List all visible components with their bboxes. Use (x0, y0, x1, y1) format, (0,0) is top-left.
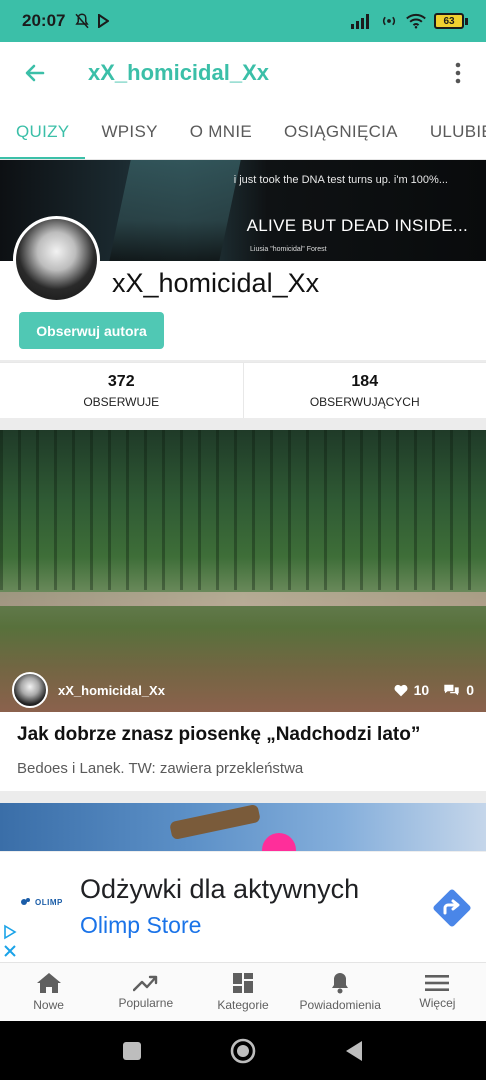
comments-count: 0 (466, 682, 474, 698)
status-bar: 20:07 63 (0, 0, 486, 42)
tab-osiagniecia[interactable]: OSIĄGNIĘCIA (268, 104, 414, 159)
app-bar: xX_homicidal_Xx (0, 42, 486, 104)
more-options-button[interactable] (430, 42, 486, 104)
bell-icon (332, 973, 349, 994)
bottom-navigation: Nowe Popularne Kategorie Powiadomienia W… (0, 962, 486, 1021)
status-right-icons: 63 (350, 12, 468, 30)
ad-choices[interactable] (2, 924, 18, 965)
battery-level: 63 (434, 13, 464, 29)
nav-item-popularne[interactable]: Popularne (97, 963, 194, 1021)
quiz-card-meta: xX_homicidal_Xx 10 0 (0, 668, 486, 712)
quiz-description: Bedoes i Lanek. TW: zawiera przekleństwa (17, 760, 304, 777)
nav-label-popularne: Popularne (118, 996, 174, 1010)
quiz-card[interactable]: xX_homicidal_Xx 10 0 Jak dobrze znasz pi… (0, 430, 486, 791)
more-vertical-icon (455, 62, 461, 84)
banner-text-3: Liusia "homicidal" Forest (250, 246, 327, 253)
profile-stats: 372 OBSERWUJE 184 OBSERWUJĄCYCH (0, 362, 486, 418)
arrow-left-icon (25, 64, 45, 82)
nav-item-powiadomienia[interactable]: Powiadomienia (292, 963, 389, 1021)
tab-o-mnie[interactable]: O MNIE (174, 104, 268, 159)
quiz-counts: 10 0 (394, 682, 474, 698)
wifi-icon (406, 13, 426, 29)
tab-quizy[interactable]: QUIZY (0, 104, 86, 159)
recents-button[interactable] (122, 1041, 142, 1061)
home-button[interactable] (230, 1038, 256, 1064)
advertiser-logo: OLIMP (20, 896, 63, 908)
grid-icon (233, 973, 253, 993)
directions-arrow-icon (433, 889, 471, 927)
profile-tabs: QUIZY WPISY O MNIE OSIĄGNIĘCIA ULUBIEN (0, 104, 486, 160)
nav-item-nowe[interactable]: Nowe (0, 963, 97, 1021)
battery-icon: 63 (434, 13, 468, 29)
play-icon (98, 14, 110, 28)
nav-item-wiecej[interactable]: Więcej (389, 963, 486, 1021)
profile-avatar[interactable] (13, 216, 100, 303)
signal-icon (351, 14, 369, 29)
ad-advertiser: Olimp Store (80, 912, 202, 938)
nav-item-kategorie[interactable]: Kategorie (194, 963, 291, 1021)
tab-ulubione[interactable]: ULUBIEN (414, 104, 486, 159)
mute-icon (75, 13, 90, 29)
screen: 20:07 63 xX_homicidal_Xx QUIZY WPISY O M… (0, 0, 486, 1080)
page-title: xX_homicidal_Xx (88, 60, 269, 85)
trending-icon (132, 975, 157, 992)
stat-following-count: 372 (107, 372, 135, 390)
stat-following[interactable]: 372 OBSERWUJE (0, 363, 243, 418)
follow-author-button[interactable]: Obserwuj autora (19, 312, 164, 349)
ad-action-button[interactable] (430, 886, 474, 930)
banner-text-1: i just took the DNA test turns up. i'm 1… (233, 174, 448, 186)
home-icon (36, 973, 61, 993)
nav-label-wiecej: Więcej (419, 996, 456, 1010)
ad-banner[interactable]: OLIMP Odżywki dla aktywnych Olimp Store (0, 851, 486, 962)
profile-header: i just took the DNA test turns up. i'm 1… (0, 160, 486, 360)
heart-icon (394, 684, 408, 696)
profile-username: xX_homicidal_Xx (112, 268, 320, 298)
ad-choices-icon (4, 924, 17, 957)
menu-icon (425, 975, 450, 991)
tab-wpisy[interactable]: WPISY (85, 104, 173, 159)
quiz-card-image: xX_homicidal_Xx 10 0 (0, 430, 486, 712)
banner-text-2: ALIVE BUT DEAD INSIDE... (246, 216, 468, 235)
advertiser-logo-text: OLIMP (35, 897, 63, 907)
next-quiz-card[interactable] (0, 803, 486, 851)
back-nav-button[interactable] (344, 1040, 364, 1062)
system-navigation (0, 1021, 486, 1080)
ad-headline: Odżywki dla aktywnych (80, 874, 360, 904)
author-avatar[interactable] (12, 672, 48, 708)
quiz-title[interactable]: Jak dobrze znasz piosenkę „Nadchodzi lat… (17, 724, 420, 746)
hotspot-icon (382, 16, 396, 26)
nav-label-nowe: Nowe (33, 998, 64, 1012)
status-time: 20:07 (22, 11, 66, 30)
quiz-author[interactable]: xX_homicidal_Xx (58, 683, 165, 698)
comments-icon (444, 684, 459, 696)
olimp-logo-icon (21, 898, 30, 905)
stat-followers-label: OBSERWUJĄCYCH (309, 394, 420, 409)
back-button[interactable] (0, 42, 70, 104)
stat-followers[interactable]: 184 OBSERWUJĄCYCH (242, 363, 486, 418)
stat-following-label: OBSERWUJE (83, 394, 160, 409)
nav-label-kategorie: Kategorie (217, 998, 269, 1012)
likes-count: 10 (413, 682, 430, 698)
nav-label-powiadomienia: Powiadomienia (299, 998, 381, 1012)
stat-followers-count: 184 (351, 372, 379, 390)
status-left-icons (73, 12, 110, 30)
